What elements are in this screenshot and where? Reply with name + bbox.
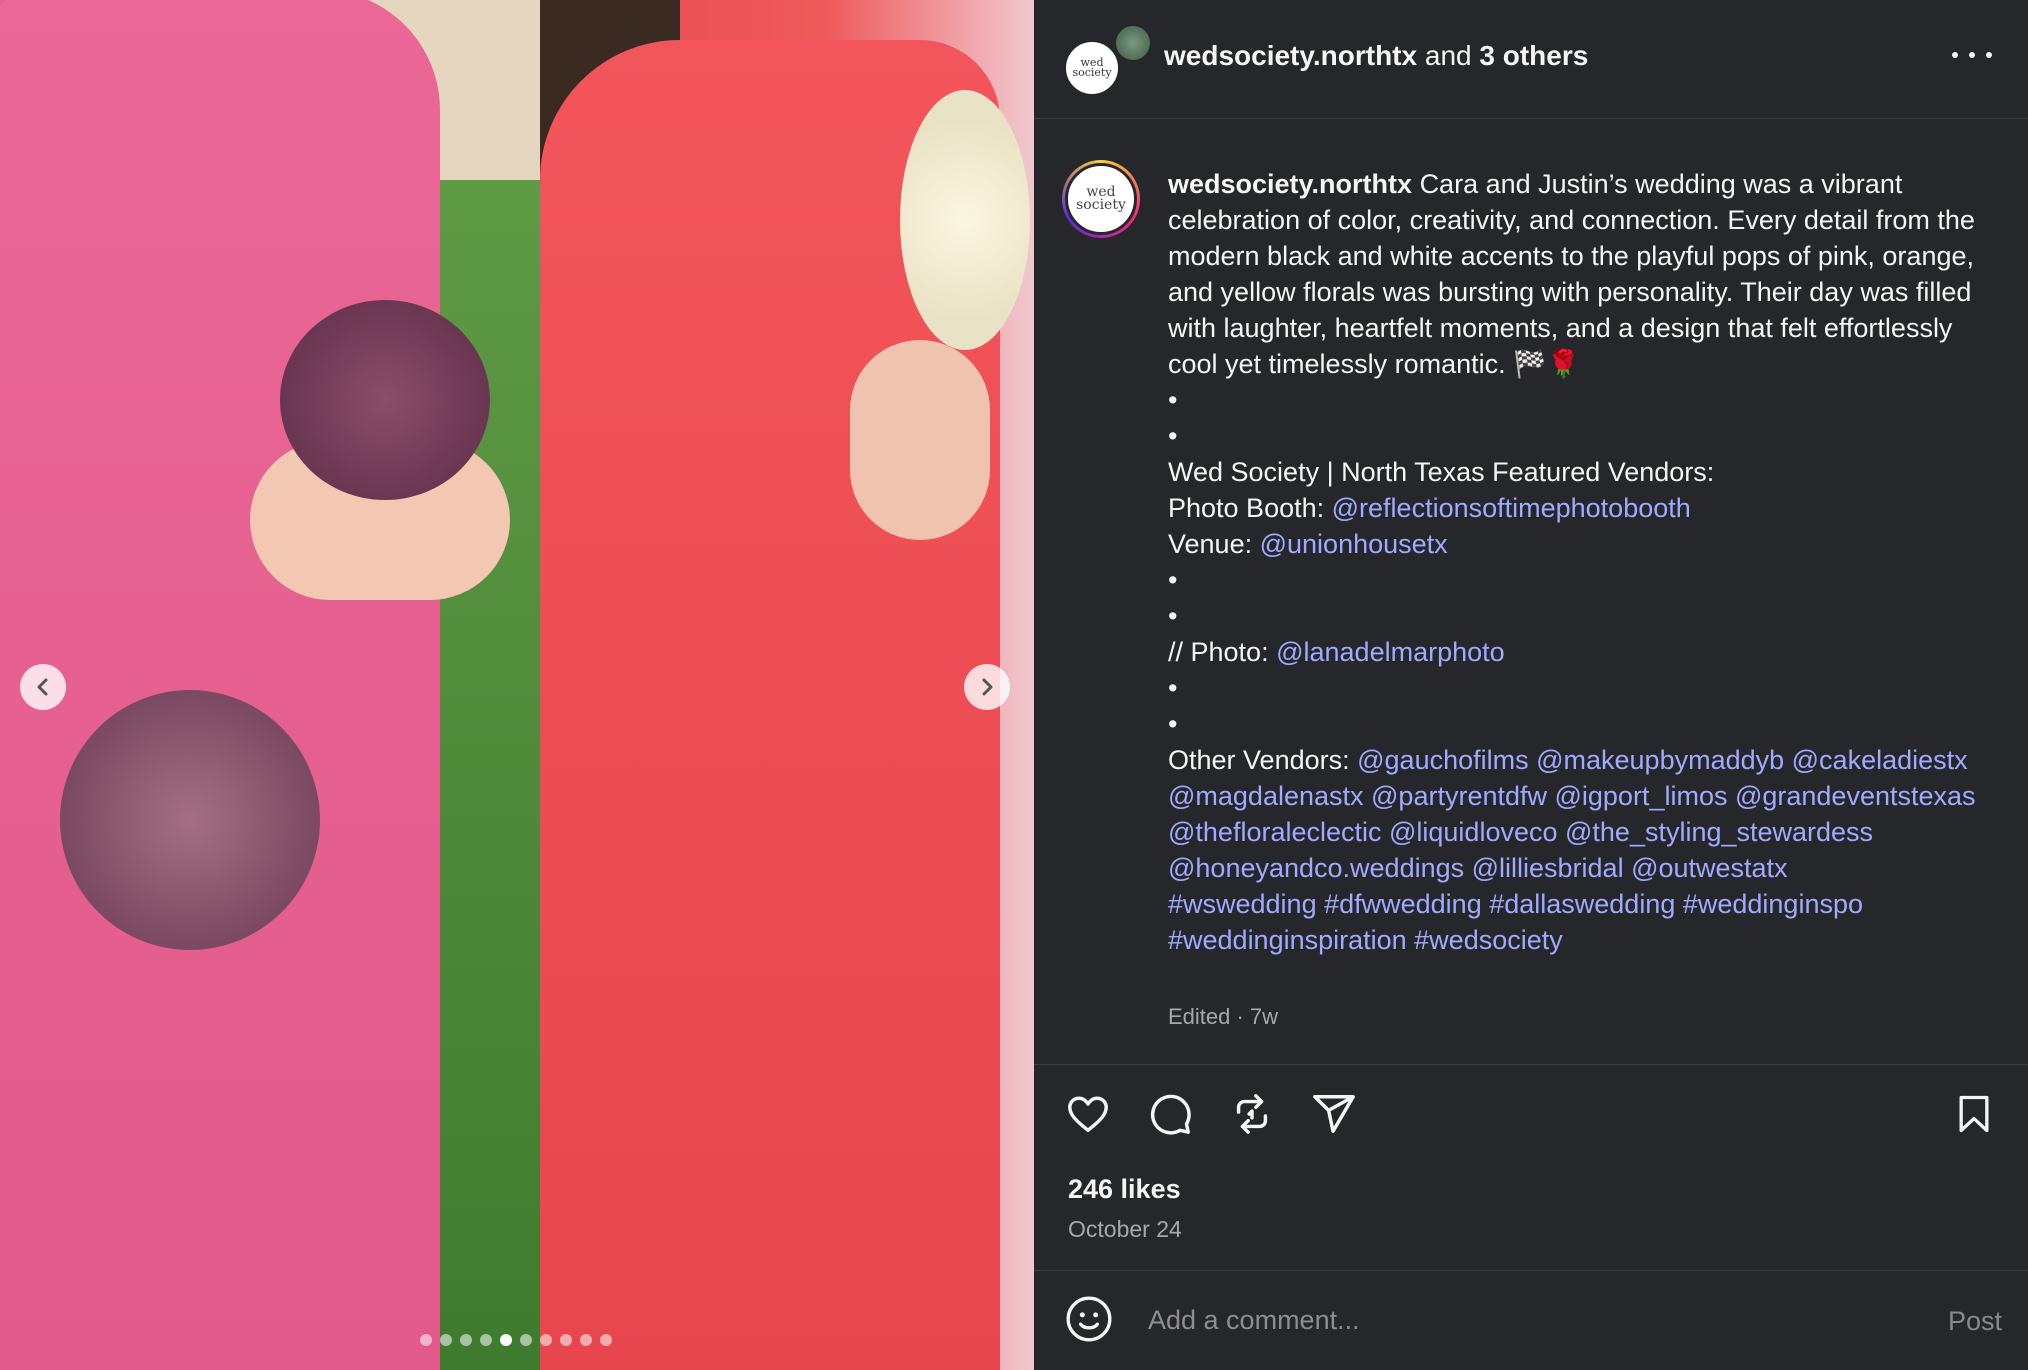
carousel-dot <box>560 1334 572 1346</box>
carousel-prev-button[interactable] <box>20 664 66 710</box>
avatar-logo-text: wed society <box>1072 56 1112 79</box>
save-button[interactable] <box>1950 1090 1998 1138</box>
collaborator-avatar[interactable] <box>1114 24 1152 62</box>
chevron-left-icon <box>37 678 48 696</box>
caption-meta: Edited · 7w <box>1168 1004 1279 1029</box>
author-username[interactable]: wedsociety.northtx <box>1164 40 1417 71</box>
like-button[interactable] <box>1064 1090 1112 1138</box>
carousel-dot <box>540 1334 552 1346</box>
caption-dot: • <box>1168 385 1178 415</box>
carousel-dot <box>580 1334 592 1346</box>
post-caption: wedsociety.northtx Cara and Justin’s wed… <box>1168 166 2008 958</box>
comment-composer: Post <box>1034 1272 2028 1370</box>
likes-count[interactable]: 246 likes <box>1068 1174 1181 1205</box>
photo-booth-label: Photo Booth: <box>1168 493 1325 523</box>
other-vendors-line: Other Vendors: @gauchofilms @makeupbymad… <box>1168 742 2008 886</box>
carousel-dot <box>460 1334 472 1346</box>
caption-body: Cara and Justin’s wedding was a vibrant … <box>1168 169 1983 379</box>
author-others[interactable]: 3 others <box>1479 40 1588 71</box>
carousel-dots <box>420 1334 612 1346</box>
photo-pink-dress <box>0 0 440 1370</box>
avatar[interactable]: wed society <box>1064 40 1120 96</box>
photo-bouquet-mauve <box>60 690 320 950</box>
photo-booth-link[interactable]: @reflectionsoftimephotobooth <box>1332 493 1691 523</box>
carousel-dot <box>500 1334 512 1346</box>
photo-credit-line: // Photo: @lanadelmarphoto <box>1168 634 2008 670</box>
venue-label: Venue: <box>1168 529 1253 559</box>
bookmark-icon <box>1959 1095 1989 1133</box>
repost-button[interactable] <box>1228 1090 1276 1138</box>
venue-line: Venue: @unionhousetx <box>1168 526 2008 562</box>
carousel-dot <box>520 1334 532 1346</box>
more-icon <box>1952 52 1958 58</box>
caption-dot: • <box>1168 421 1178 451</box>
carousel-dot <box>600 1334 612 1346</box>
post-side-panel: wed society wedsociety.northtx and 3 oth… <box>1034 0 2028 1370</box>
repost-icon <box>1236 1094 1268 1134</box>
featured-heading: Wed Society | North Texas Featured Vendo… <box>1168 457 1715 487</box>
instagram-post-view: wed society wedsociety.northtx and 3 oth… <box>0 0 2028 1370</box>
divider <box>1034 1270 2028 1271</box>
post-author-line: wedsociety.northtx and 3 others <box>1164 40 1588 72</box>
post-media[interactable] <box>0 0 1034 1370</box>
caption-dot: • <box>1168 709 1178 739</box>
photo-credit-label: // Photo: <box>1168 637 1269 667</box>
carousel-dot <box>420 1334 432 1346</box>
comment-icon <box>1150 1094 1191 1135</box>
other-vendors-label: Other Vendors: <box>1168 745 1350 775</box>
emoji-icon <box>1066 1296 1112 1342</box>
action-bar <box>1064 1090 1358 1138</box>
post-date[interactable]: October 24 <box>1068 1216 1182 1243</box>
share-button[interactable] <box>1310 1090 1358 1138</box>
caption-dot: • <box>1168 673 1178 703</box>
caption-dot: • <box>1168 601 1178 631</box>
more-options-button[interactable] <box>1952 40 1992 70</box>
caption-dot: • <box>1168 565 1178 595</box>
caption-avatar[interactable]: wed society <box>1062 160 1140 238</box>
chevron-right-icon <box>982 678 993 696</box>
photo-bouquet-white <box>900 90 1030 350</box>
photo-bouquet-calla <box>280 300 490 500</box>
hashtags[interactable]: #wswedding #dfwwedding #dallaswedding #w… <box>1168 886 2008 958</box>
collab-avatars[interactable]: wed society <box>1064 24 1156 96</box>
venue-link[interactable]: @unionhousetx <box>1260 529 1448 559</box>
caption-username[interactable]: wedsociety.northtx <box>1168 169 1412 199</box>
heart-icon <box>1068 1096 1108 1133</box>
caption-intro: wedsociety.northtx Cara and Justin’s wed… <box>1168 166 2008 382</box>
comment-button[interactable] <box>1146 1090 1194 1138</box>
emoji-button[interactable] <box>1064 1294 1114 1344</box>
post-comment-button[interactable]: Post <box>1948 1306 2002 1337</box>
caption-avatar-logo: wed society <box>1065 163 1137 235</box>
photo-booth-line: Photo Booth: @reflectionsoftimephotoboot… <box>1168 490 2008 526</box>
photo-credit-link[interactable]: @lanadelmarphoto <box>1276 637 1505 667</box>
divider <box>1034 1064 2028 1065</box>
share-icon <box>1313 1095 1355 1133</box>
photo-hands-right <box>850 340 990 540</box>
carousel-dot <box>440 1334 452 1346</box>
carousel-dot <box>480 1334 492 1346</box>
carousel-next-button[interactable] <box>964 664 1010 710</box>
author-and-text: and <box>1424 40 1472 71</box>
post-header: wed society wedsociety.northtx and 3 oth… <box>1034 0 2028 119</box>
comment-input[interactable] <box>1146 1294 1850 1346</box>
